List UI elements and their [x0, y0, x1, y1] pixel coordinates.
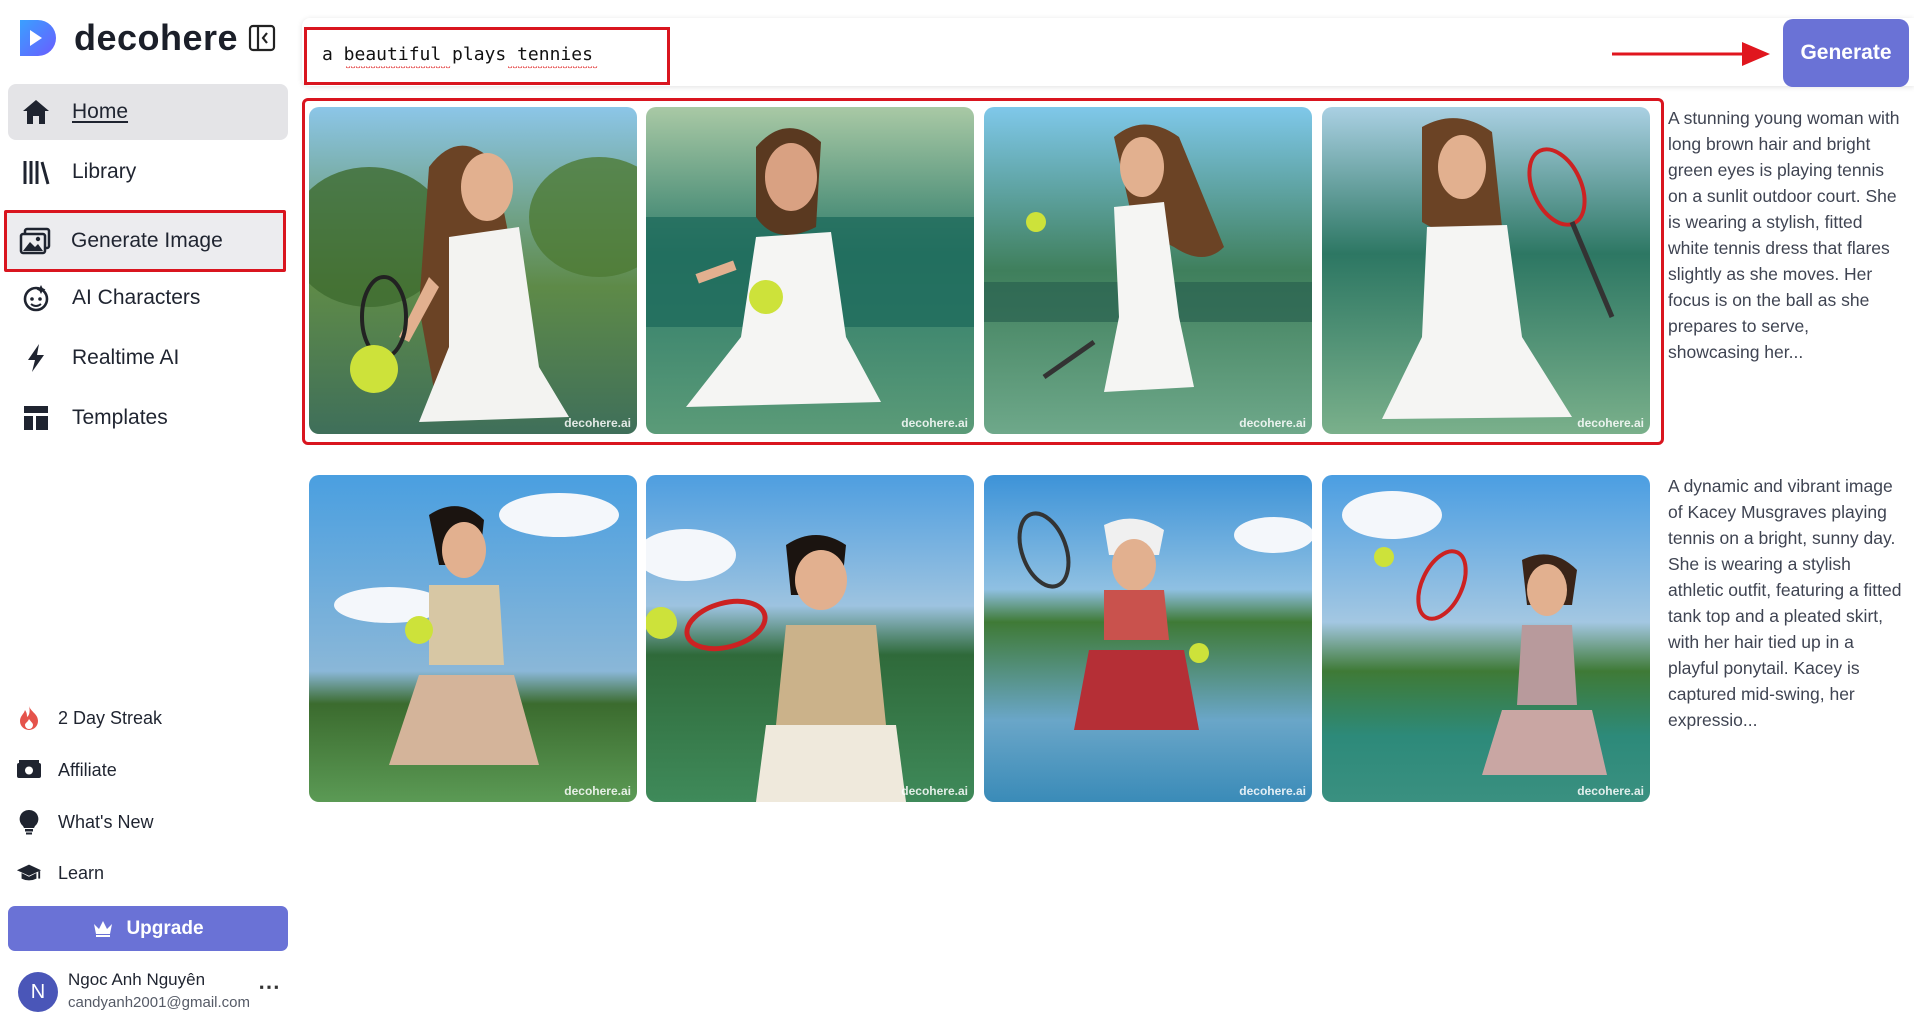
affiliate-link[interactable]: Affiliate [16, 752, 117, 788]
sidebar-item-realtime-ai[interactable]: Realtime AI [8, 330, 288, 386]
avatar: N [18, 972, 58, 1012]
sidebar-item-home[interactable]: Home [8, 84, 288, 140]
watermark: decohere.ai [1577, 416, 1644, 430]
watermark: decohere.ai [901, 416, 968, 430]
watermark: decohere.ai [901, 784, 968, 798]
fire-icon [16, 705, 42, 731]
sidebar-item-ai-characters[interactable]: AI Characters [8, 270, 288, 326]
home-icon [20, 96, 52, 128]
generated-image[interactable]: decohere.ai [984, 107, 1312, 434]
spellcheck-underline [508, 66, 598, 70]
more-options-icon[interactable]: ⋯ [258, 974, 281, 1000]
generated-image[interactable]: decohere.ai [984, 475, 1312, 802]
learn-link[interactable]: Learn [16, 855, 104, 891]
generated-image[interactable]: decohere.ai [646, 475, 974, 802]
sidebar-item-label: Realtime AI [72, 346, 180, 369]
sidebar-item-label: Library [72, 160, 137, 183]
money-icon [16, 757, 42, 783]
sidebar-item-label: Generate Image [71, 229, 223, 252]
sidebar-item-label: AI Characters [72, 286, 201, 309]
generated-image[interactable]: decohere.ai [1322, 107, 1650, 434]
image-icon [19, 225, 51, 257]
watermark: decohere.ai [1577, 784, 1644, 798]
whats-new-link[interactable]: What's New [16, 804, 153, 840]
character-icon [20, 282, 52, 314]
prompt-input[interactable] [322, 40, 662, 68]
library-icon [20, 156, 52, 188]
sidebar-item-templates[interactable]: Templates [8, 390, 288, 446]
watermark: decohere.ai [564, 416, 631, 430]
watermark: decohere.ai [1239, 784, 1306, 798]
app-name: decohere [74, 17, 239, 58]
generate-button[interactable]: Generate [1783, 19, 1909, 87]
upgrade-button[interactable]: Upgrade [8, 906, 288, 951]
streak-link[interactable]: 2 Day Streak [16, 700, 162, 736]
sidebar-item-label: Home [72, 100, 129, 123]
sidebar-item-label: Templates [72, 406, 168, 429]
generated-image[interactable]: decohere.ai [1322, 475, 1650, 802]
sidebar-item-generate-image[interactable]: Generate Image [4, 210, 286, 272]
collapse-sidebar-icon[interactable] [248, 24, 276, 52]
user-email: candyanh2001@gmail.com [68, 994, 250, 1011]
upgrade-label: Upgrade [126, 917, 204, 939]
learn-label: Learn [58, 862, 105, 883]
logo[interactable]: decohere [16, 16, 238, 60]
whats-new-label: What's New [58, 811, 154, 832]
sidebar: decohere Home Library Generate Image AI … [0, 0, 296, 1022]
watermark: decohere.ai [564, 784, 631, 798]
decohere-logo-icon [20, 20, 56, 56]
generated-image[interactable]: decohere.ai [309, 475, 637, 802]
generated-image[interactable]: decohere.ai [309, 107, 637, 434]
sidebar-item-library[interactable]: Library [8, 144, 288, 200]
bulb-icon [16, 809, 42, 835]
crown-icon [92, 918, 114, 940]
lightning-icon [20, 342, 52, 374]
watermark: decohere.ai [1239, 416, 1306, 430]
affiliate-label: Affiliate [58, 759, 117, 780]
user-profile[interactable]: N Ngoc Anh Nguyên candyanh2001@gmail.com… [18, 970, 288, 1012]
graduation-cap-icon [16, 860, 42, 886]
result-description: A stunning young woman with long brown h… [1668, 108, 1900, 362]
templates-icon [20, 402, 52, 434]
streak-label: 2 Day Streak [58, 707, 163, 728]
spellcheck-underline [346, 66, 451, 70]
result-description: A dynamic and vibrant image of Kacey Mus… [1668, 476, 1902, 730]
generated-image[interactable]: decohere.ai [646, 107, 974, 434]
user-name: Ngoc Anh Nguyên [68, 970, 206, 989]
arrow-annotation-icon [1612, 42, 1770, 66]
